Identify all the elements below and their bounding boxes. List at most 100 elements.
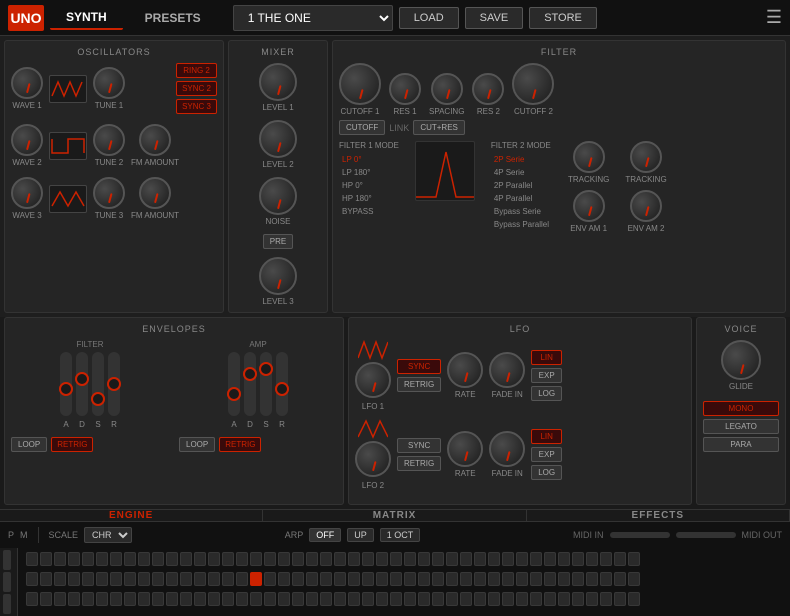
lfo1-exp-btn[interactable]: EXP [531,368,562,383]
step-1-32[interactable] [460,552,472,566]
step-2-30[interactable] [432,572,444,586]
v-slider-3[interactable] [3,594,11,614]
tab-effects[interactable]: EFFECTS [527,510,790,521]
step-2-21[interactable] [306,572,318,586]
step-2-4[interactable] [68,572,80,586]
lfo1-knob[interactable] [355,362,391,398]
step-3-20[interactable] [292,592,304,606]
res2-knob[interactable] [472,73,504,105]
amp-D-track[interactable] [244,352,256,416]
arp-oct-btn[interactable]: 1 OCT [380,528,421,542]
step-3-40[interactable] [572,592,584,606]
tracking2-knob[interactable] [630,141,662,173]
step-3-14[interactable] [208,592,220,606]
step-1-39[interactable] [558,552,570,566]
envam2-knob[interactable] [630,190,662,222]
step-2-15[interactable] [222,572,234,586]
mode2-2pserie[interactable]: 2P Serie [491,154,552,165]
step-1-41[interactable] [586,552,598,566]
spacing-knob[interactable] [431,73,463,105]
tune3-knob[interactable] [93,177,125,209]
para-btn[interactable]: PARA [703,437,779,452]
step-3-37[interactable] [530,592,542,606]
wave3-shape[interactable] [49,185,87,213]
step-3-1[interactable] [26,592,38,606]
step-1-30[interactable] [432,552,444,566]
mode1-lp180[interactable]: LP 180° [339,167,399,178]
mode1-lp0[interactable]: LP 0° [339,154,399,165]
step-3-36[interactable] [516,592,528,606]
tune2-knob[interactable] [93,124,125,156]
step-2-36[interactable] [516,572,528,586]
v-slider-1[interactable] [3,550,11,570]
step-2-7[interactable] [110,572,122,586]
lfo1-log-btn[interactable]: LOG [531,386,562,401]
step-1-38[interactable] [544,552,556,566]
step-2-43[interactable] [614,572,626,586]
mode2-bypassparallel[interactable]: Bypass Parallel [491,219,552,230]
step-1-40[interactable] [572,552,584,566]
lfo2-rate-knob[interactable] [447,431,483,467]
step-1-21[interactable] [306,552,318,566]
step-2-10[interactable] [152,572,164,586]
step-1-14[interactable] [208,552,220,566]
step-1-20[interactable] [292,552,304,566]
tab-engine[interactable]: ENGINE [0,510,263,521]
step-3-44[interactable] [628,592,640,606]
amp-R-track[interactable] [276,352,288,416]
step-2-6[interactable] [96,572,108,586]
filter-retrig-btn[interactable]: RETRIG [51,437,93,452]
step-3-12[interactable] [180,592,192,606]
step-3-34[interactable] [488,592,500,606]
step-3-39[interactable] [558,592,570,606]
tab-presets[interactable]: PRESETS [129,7,217,29]
filter-A-track[interactable] [60,352,72,416]
lfo2-retrig-btn[interactable]: RETRIG [397,456,441,471]
filter-R-track[interactable] [108,352,120,416]
wave2-shape[interactable] [49,132,87,160]
step-1-17[interactable] [250,552,262,566]
step-1-18[interactable] [264,552,276,566]
step-3-43[interactable] [614,592,626,606]
filter-A-thumb[interactable] [59,382,73,396]
step-1-15[interactable] [222,552,234,566]
step-2-23[interactable] [334,572,346,586]
sync2-btn[interactable]: SYNC 2 [176,81,217,96]
step-3-21[interactable] [306,592,318,606]
step-1-1[interactable] [26,552,38,566]
step-3-31[interactable] [446,592,458,606]
wave1-shape[interactable] [49,75,87,103]
step-2-9[interactable] [138,572,150,586]
step-3-28[interactable] [404,592,416,606]
step-3-35[interactable] [502,592,514,606]
step-2-11[interactable] [166,572,178,586]
mode2-4pserie[interactable]: 4P Serie [491,167,552,178]
lfo1-lin-btn[interactable]: LIN [531,350,562,365]
step-2-35[interactable] [502,572,514,586]
mode1-hp180[interactable]: HP 180° [339,193,399,204]
step-2-22[interactable] [320,572,332,586]
step-1-25[interactable] [362,552,374,566]
mode2-bypassserie[interactable]: Bypass Serie [491,206,552,217]
step-1-34[interactable] [488,552,500,566]
step-1-8[interactable] [124,552,136,566]
step-3-30[interactable] [432,592,444,606]
cutoff-btn[interactable]: CUTOFF [339,120,385,135]
step-3-41[interactable] [586,592,598,606]
mono-btn[interactable]: MONO [703,401,779,416]
step-1-27[interactable] [390,552,402,566]
fm-amount1-knob[interactable] [139,124,171,156]
step-3-11[interactable] [166,592,178,606]
step-2-32[interactable] [460,572,472,586]
step-1-36[interactable] [516,552,528,566]
step-2-34[interactable] [488,572,500,586]
lfo1-retrig-btn[interactable]: RETRIG [397,377,441,392]
step-3-22[interactable] [320,592,332,606]
step-2-18[interactable] [264,572,276,586]
legato-btn[interactable]: LEGATO [703,419,779,434]
step-1-7[interactable] [110,552,122,566]
step-1-42[interactable] [600,552,612,566]
step-1-28[interactable] [404,552,416,566]
step-3-33[interactable] [474,592,486,606]
step-2-42[interactable] [600,572,612,586]
